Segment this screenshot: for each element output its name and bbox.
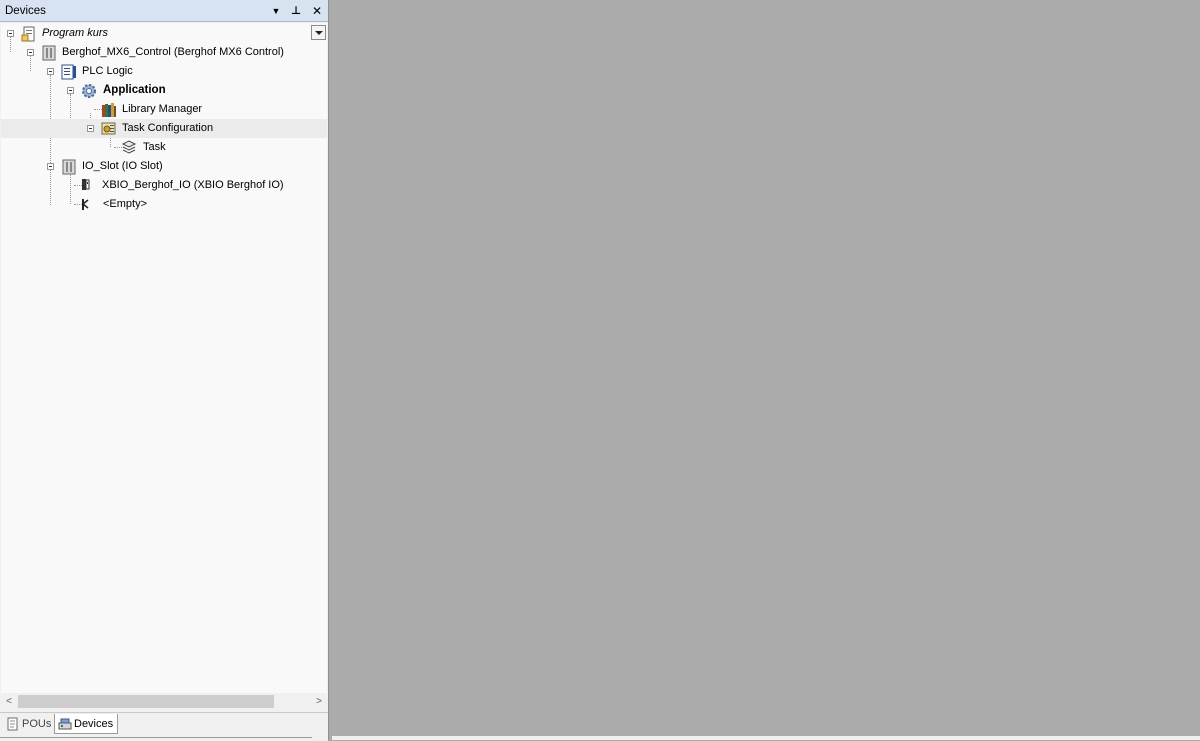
tree-label-controller: Berghof_MX6_Control (Berghof MX6 Control… — [62, 46, 284, 58]
empty-slot-connector-icon — [82, 199, 89, 210]
tree-label-plc-logic: PLC Logic — [82, 65, 133, 77]
tree-item-empty-slot[interactable]: <Empty> — [1, 195, 327, 214]
io-slot-device-icon — [62, 159, 76, 175]
scroll-right-button[interactable]: > — [314, 696, 324, 707]
tree-item-application[interactable]: Application — [1, 81, 327, 100]
panel-title: Devices — [5, 5, 46, 17]
pin-button[interactable]: ⊥ — [288, 3, 304, 19]
devices-panel: Devices ▼ ⊥ ✕ Program kurs Berghof_MX6_C… — [0, 0, 329, 741]
workspace-bottom-strip — [332, 736, 1200, 740]
tree-label-library-manager: Library Manager — [122, 103, 203, 115]
tree-item-xbio[interactable]: XBIO_Berghof_IO (XBIO Berghof IO) — [1, 176, 327, 195]
gear-icon — [82, 84, 96, 98]
tab-pous[interactable]: POUs — [3, 714, 53, 734]
tree-item-library-manager[interactable]: Library Manager — [1, 100, 327, 119]
close-button[interactable]: ✕ — [309, 3, 325, 19]
collapse-toggle[interactable] — [47, 163, 54, 170]
status-divider — [0, 737, 312, 741]
tab-label-devices: Devices — [74, 718, 114, 730]
horizontal-scrollbar[interactable]: < > — [1, 693, 327, 710]
tree-label-project: Program kurs — [42, 27, 109, 39]
collapse-toggle[interactable] — [47, 68, 54, 75]
tree-label-application: Application — [103, 84, 166, 96]
tree-label-task-configuration: Task Configuration — [122, 122, 214, 134]
devices-tab-icon — [58, 718, 72, 730]
collapse-toggle[interactable] — [67, 87, 74, 94]
task-stack-icon — [121, 140, 137, 154]
panel-menu-button[interactable]: ▼ — [268, 3, 284, 19]
scroll-left-button[interactable]: < — [4, 696, 14, 707]
project-icon — [21, 26, 35, 42]
library-books-icon — [102, 103, 116, 117]
io-module-icon — [82, 179, 90, 190]
tab-label-pous: POUs — [22, 718, 52, 730]
tree-item-task-configuration[interactable]: Task Configuration — [1, 119, 327, 138]
tree-label-task: Task — [143, 141, 166, 153]
tree-item-io-slot[interactable]: IO_Slot (IO Slot) — [1, 157, 327, 176]
plc-logic-icon — [61, 64, 76, 80]
panel-titlebar: Devices ▼ ⊥ ✕ — [0, 0, 328, 22]
tree-label-xbio: XBIO_Berghof_IO (XBIO Berghof IO) — [102, 179, 284, 191]
controller-device-icon — [42, 45, 56, 61]
task-configuration-icon — [101, 122, 116, 135]
device-tree[interactable]: Program kurs Berghof_MX6_Control (Bergho… — [1, 23, 327, 693]
tree-item-task[interactable]: Task — [1, 138, 327, 157]
collapse-toggle[interactable] — [27, 49, 34, 56]
tree-label-empty-slot: <Empty> — [103, 198, 148, 210]
tree-item-controller[interactable]: Berghof_MX6_Control (Berghof MX6 Control… — [1, 43, 327, 62]
pous-document-icon — [7, 717, 18, 731]
scrollbar-thumb[interactable] — [18, 695, 274, 708]
collapse-toggle[interactable] — [7, 30, 14, 37]
collapse-toggle[interactable] — [87, 125, 94, 132]
tree-item-project[interactable]: Program kurs — [1, 24, 327, 43]
tree-item-plc-logic[interactable]: PLC Logic — [1, 62, 327, 81]
tree-label-io-slot: IO_Slot (IO Slot) — [82, 160, 163, 172]
tab-devices[interactable]: Devices — [54, 714, 118, 734]
